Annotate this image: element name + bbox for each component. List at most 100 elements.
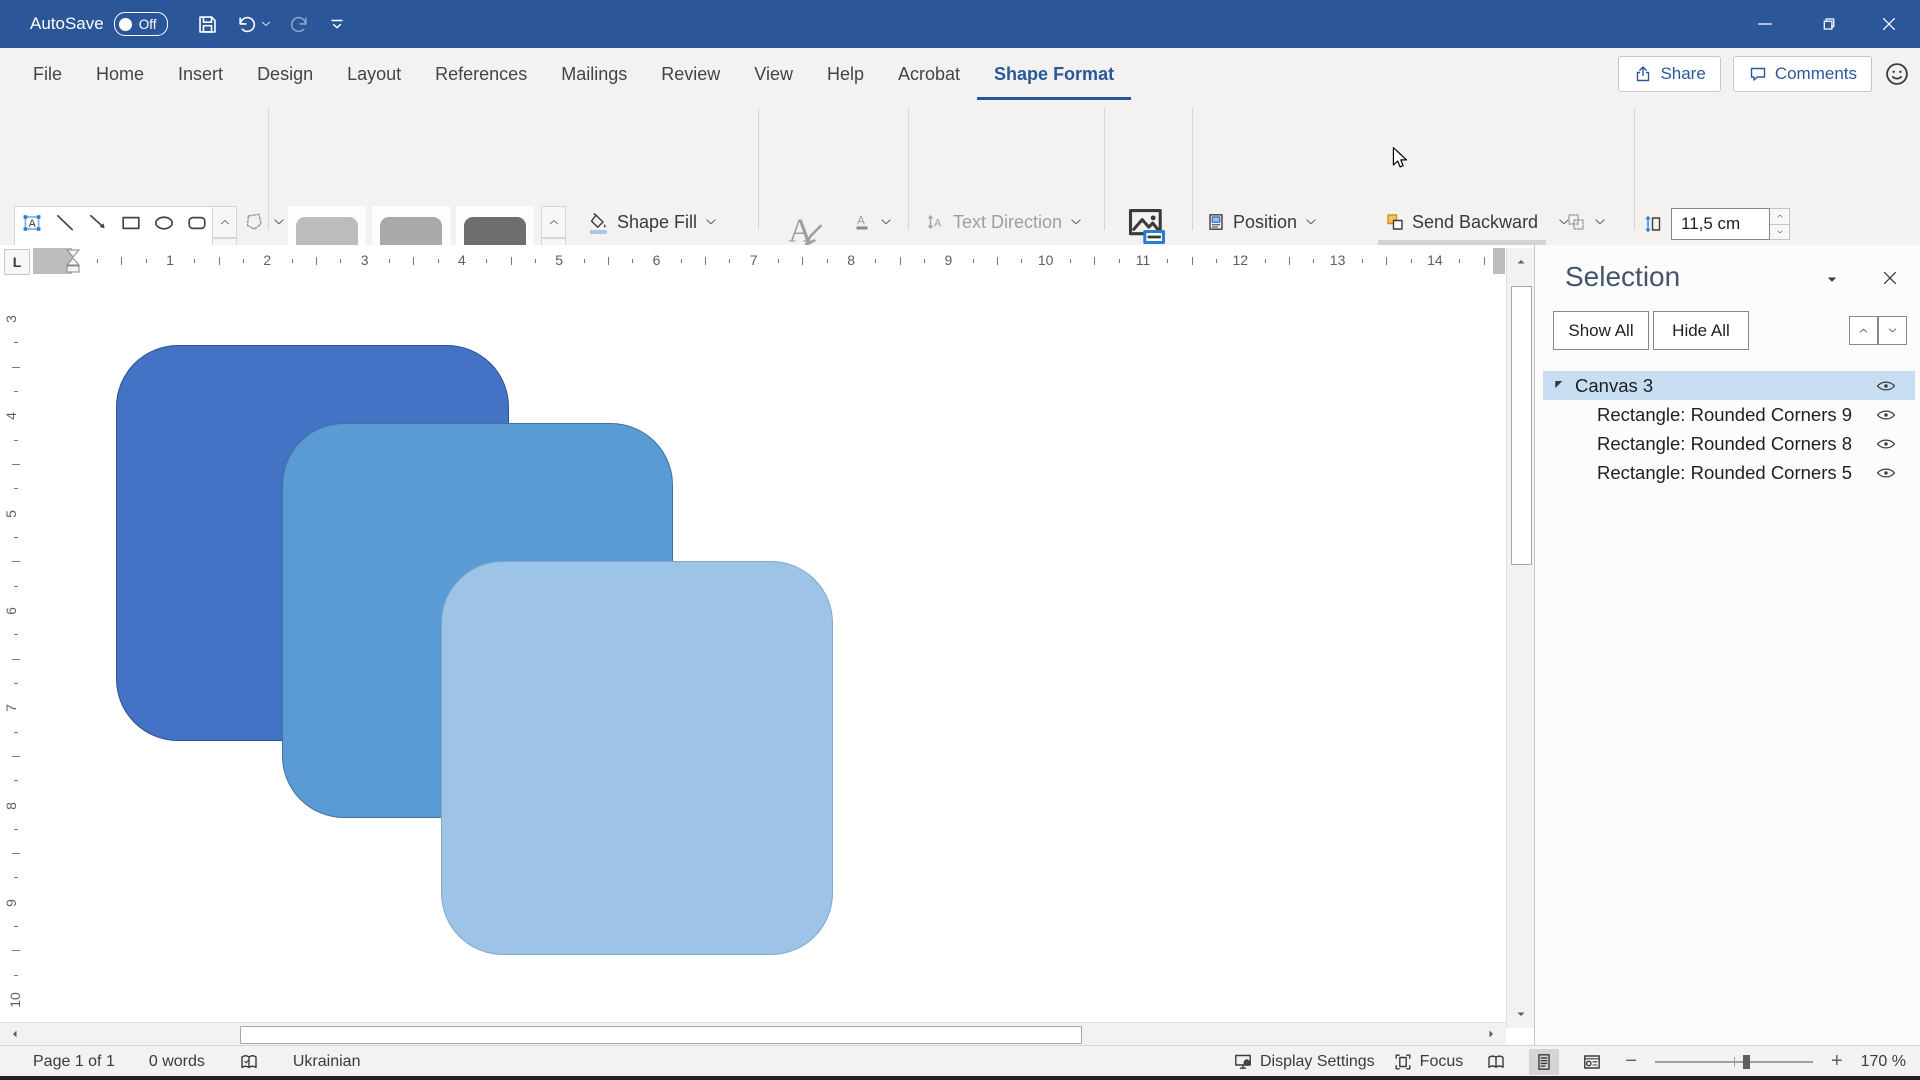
- height-spin-up-button[interactable]: [1770, 209, 1789, 224]
- restore-button[interactable]: [1796, 0, 1858, 48]
- scroll-up-button[interactable]: [1507, 248, 1535, 276]
- undo-icon[interactable]: [235, 13, 258, 36]
- gallery-scroll-up-button[interactable]: [212, 206, 237, 238]
- ribbon-tab-row: FileHomeInsertDesignLayoutReferencesMail…: [0, 48, 1920, 100]
- ribbon: A{} A Insert Shapes AbcAbcAbc Shape: [0, 100, 1920, 246]
- height-spin-down-button[interactable]: [1770, 224, 1789, 240]
- selection-tree-item-canvas-3[interactable]: Canvas 3: [1543, 371, 1915, 400]
- rounded-rectangle-shape-button[interactable]: [180, 207, 213, 239]
- shape-fill-button[interactable]: Shape Fill: [588, 206, 718, 238]
- visibility-eye-icon[interactable]: [1875, 379, 1897, 393]
- tab-references[interactable]: References: [418, 48, 544, 100]
- selection-tree-item-rectangle-rounded-corners-9[interactable]: Rectangle: Rounded Corners 9: [1543, 400, 1915, 429]
- word-count[interactable]: 0 words: [149, 1053, 205, 1071]
- horizontal-scrollbar[interactable]: [0, 1022, 1506, 1046]
- triangle-right-icon: [1486, 1028, 1496, 1040]
- title-bar: AutoSave Off: [0, 0, 1920, 48]
- comments-button[interactable]: Comments: [1733, 56, 1872, 92]
- page-indicator[interactable]: Page 1 of 1: [33, 1053, 115, 1071]
- quick-access-more-icon[interactable]: [327, 14, 347, 34]
- rectangle-shape-button[interactable]: [114, 207, 147, 239]
- styles-scroll-up-button[interactable]: [541, 206, 566, 238]
- tab-insert[interactable]: Insert: [161, 48, 240, 100]
- horizontal-scroll-thumb[interactable]: [240, 1026, 1082, 1044]
- send-backward-label: Send Backward: [1412, 212, 1538, 233]
- feedback-smiley-icon[interactable]: [1884, 61, 1910, 87]
- visibility-eye-icon[interactable]: [1875, 437, 1897, 451]
- indent-markers: [65, 248, 81, 274]
- text-direction-label: Text Direction: [953, 212, 1062, 233]
- selection-tree-item-rectangle-rounded-corners-5[interactable]: Rectangle: Rounded Corners 5: [1543, 458, 1915, 487]
- scroll-right-button[interactable]: [1478, 1023, 1504, 1045]
- proofing-errors-icon[interactable]: [239, 1052, 259, 1072]
- tab-file[interactable]: File: [16, 48, 79, 100]
- line-shape-icon: [52, 211, 78, 235]
- reorder-down-button[interactable]: [1878, 316, 1907, 345]
- focus-button[interactable]: Focus: [1393, 1052, 1464, 1072]
- tab-design[interactable]: Design: [240, 48, 330, 100]
- zoom-slider[interactable]: [1655, 1061, 1813, 1063]
- vertical-scroll-thumb[interactable]: [1511, 286, 1532, 565]
- tab-mailings[interactable]: Mailings: [544, 48, 644, 100]
- chevron-up-icon: [218, 216, 232, 228]
- focus-label: Focus: [1420, 1053, 1464, 1071]
- oval-shape-button[interactable]: [147, 207, 180, 239]
- triangle-up-icon: [1515, 257, 1527, 267]
- text-box-shape-icon: A: [19, 211, 45, 235]
- focus-icon: [1393, 1052, 1413, 1072]
- scroll-left-button[interactable]: [2, 1023, 28, 1045]
- minimize-icon: [1756, 15, 1774, 33]
- zoom-slider-thumb[interactable]: [1743, 1055, 1750, 1069]
- reorder-up-button[interactable]: [1849, 316, 1878, 345]
- expand-collapse-icon[interactable]: [1553, 379, 1566, 392]
- read-mode-button[interactable]: [1481, 1049, 1511, 1075]
- share-icon: [1633, 64, 1653, 84]
- position-button[interactable]: Position: [1206, 206, 1318, 238]
- tab-acrobat[interactable]: Acrobat: [881, 48, 977, 100]
- tab-review[interactable]: Review: [644, 48, 737, 100]
- zoom-level[interactable]: 170 %: [1861, 1053, 1906, 1071]
- tab-selector[interactable]: L: [4, 249, 30, 275]
- scroll-down-button[interactable]: [1507, 1000, 1535, 1028]
- pane-options-icon[interactable]: [1823, 273, 1841, 287]
- text-direction-icon: A: [926, 212, 946, 232]
- line-shape-button[interactable]: [48, 207, 81, 239]
- vertical-scrollbar[interactable]: [1506, 248, 1535, 1028]
- tab-home[interactable]: Home: [79, 48, 161, 100]
- arrow-shape-button[interactable]: [81, 207, 114, 239]
- rounded-rectangle-light-blue[interactable]: [441, 561, 833, 955]
- position-label: Position: [1233, 212, 1297, 233]
- shape-fill-label: Shape Fill: [617, 212, 697, 233]
- language-indicator[interactable]: Ukrainian: [293, 1053, 361, 1071]
- pane-close-icon[interactable]: [1881, 269, 1899, 287]
- close-button[interactable]: [1858, 0, 1920, 48]
- text-box-shape-button[interactable]: A: [15, 207, 48, 239]
- share-button[interactable]: Share: [1618, 56, 1720, 92]
- selection-tree-item-rectangle-rounded-corners-8[interactable]: Rectangle: Rounded Corners 8: [1543, 429, 1915, 458]
- autosave-toggle[interactable]: Off: [114, 12, 168, 36]
- shape-height-input[interactable]: 11,5 cm: [1671, 208, 1770, 240]
- tab-help[interactable]: Help: [810, 48, 881, 100]
- zoom-out-button[interactable]: −: [1625, 1050, 1637, 1073]
- tab-shape-format[interactable]: Shape Format: [977, 48, 1131, 100]
- text-fill-icon: A: [852, 212, 872, 232]
- autosave-label: AutoSave: [30, 14, 104, 34]
- minimize-button[interactable]: [1734, 0, 1796, 48]
- print-layout-button[interactable]: [1529, 1049, 1559, 1075]
- visibility-eye-icon[interactable]: [1875, 408, 1897, 422]
- vertical-ruler[interactable]: 345678910: [4, 280, 28, 1020]
- save-icon[interactable]: [196, 13, 219, 36]
- show-all-button[interactable]: Show All: [1553, 311, 1649, 350]
- undo-dropdown-icon[interactable]: [260, 18, 272, 30]
- visibility-eye-icon[interactable]: [1875, 466, 1897, 480]
- display-settings-button[interactable]: Display Settings: [1233, 1052, 1375, 1072]
- chevron-down-icon: [1304, 215, 1318, 229]
- tab-layout[interactable]: Layout: [330, 48, 418, 100]
- document-canvas[interactable]: [30, 276, 1506, 1022]
- web-layout-button[interactable]: [1577, 1049, 1607, 1075]
- zoom-in-button[interactable]: +: [1831, 1050, 1843, 1073]
- horizontal-ruler[interactable]: 1234567891011121314: [33, 248, 1505, 274]
- hide-all-button[interactable]: Hide All: [1653, 311, 1749, 350]
- send-backward-button[interactable]: Send Backward: [1385, 206, 1571, 238]
- tab-view[interactable]: View: [737, 48, 810, 100]
